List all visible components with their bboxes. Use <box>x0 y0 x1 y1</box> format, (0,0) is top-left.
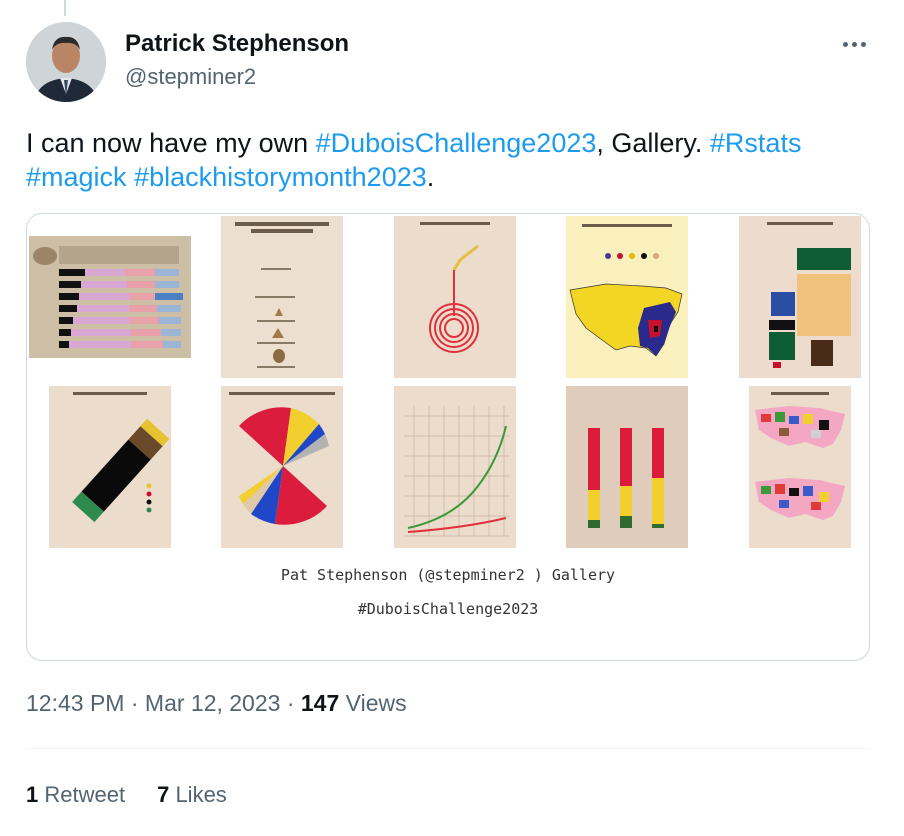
engagement-stats: 1 Retweet 7 Likes <box>26 782 227 808</box>
tweet-text-part: . <box>426 162 435 192</box>
thumb-income-bars <box>29 236 191 358</box>
meta-separator: · <box>124 690 145 716</box>
author-handle[interactable]: @stepminer2 <box>125 64 256 90</box>
gallery-title: Pat Stephenson (@stepminer2 ) Gallery <box>280 566 616 584</box>
more-options-button[interactable] <box>838 32 870 56</box>
tweet-metadata: 12:43 PM · Mar 12, 2023 · 147 Views <box>26 690 407 717</box>
thumb-blocks <box>739 216 861 378</box>
retweets-count: 1 <box>26 782 39 807</box>
views-count: 147 <box>300 690 340 716</box>
tweet-time[interactable]: 12:43 PM <box>26 690 124 716</box>
tweet-text-part: I can now have my own <box>26 128 316 158</box>
media-gallery-image[interactable]: Pat Stephenson (@stepminer2 ) Gallery #D… <box>26 213 870 661</box>
hashtag-link[interactable]: #DuboisChallenge2023 <box>316 128 597 158</box>
tweet-text-part: , Gallery. <box>596 128 710 158</box>
likes-link[interactable]: 7 Likes <box>157 782 227 808</box>
more-horizontal-icon <box>842 41 848 47</box>
more-dot <box>860 41 866 47</box>
tweet-date[interactable]: Mar 12, 2023 <box>145 690 281 716</box>
avatar-photo <box>26 22 106 102</box>
thumb-diagonal-bar <box>49 386 171 548</box>
thumb-migration-maps <box>749 386 851 548</box>
retweets-label: Retweet <box>38 782 126 807</box>
thumb-spiral <box>394 216 516 378</box>
thumb-stacked-bars <box>566 386 688 548</box>
meta-separator: · <box>280 690 301 716</box>
hashtag-link[interactable]: #Rstats <box>710 128 802 158</box>
thumb-occupations-pie <box>221 386 343 548</box>
retweets-link[interactable]: 1 Retweet <box>26 782 125 808</box>
tweet-text-part <box>127 162 135 192</box>
avatar[interactable] <box>26 22 106 102</box>
hashtag-link[interactable]: #magick <box>26 162 127 192</box>
thumb-line-chart <box>394 386 516 548</box>
likes-count: 7 <box>157 782 170 807</box>
hashtag-link[interactable]: #blackhistorymonth2023 <box>134 162 427 192</box>
thumb-us-map-yellow <box>566 216 688 378</box>
more-dot <box>851 41 857 47</box>
likes-label: Likes <box>169 782 227 807</box>
thread-connector <box>64 0 66 16</box>
gallery-hashtag: #DuboisChallenge2023 <box>357 600 539 618</box>
thumb-gdp-caribbean <box>221 216 343 378</box>
tweet-text: I can now have my own #DuboisChallenge20… <box>26 126 876 194</box>
divider <box>26 748 870 749</box>
views-label: Views <box>339 690 407 716</box>
author-name[interactable]: Patrick Stephenson <box>125 30 349 58</box>
